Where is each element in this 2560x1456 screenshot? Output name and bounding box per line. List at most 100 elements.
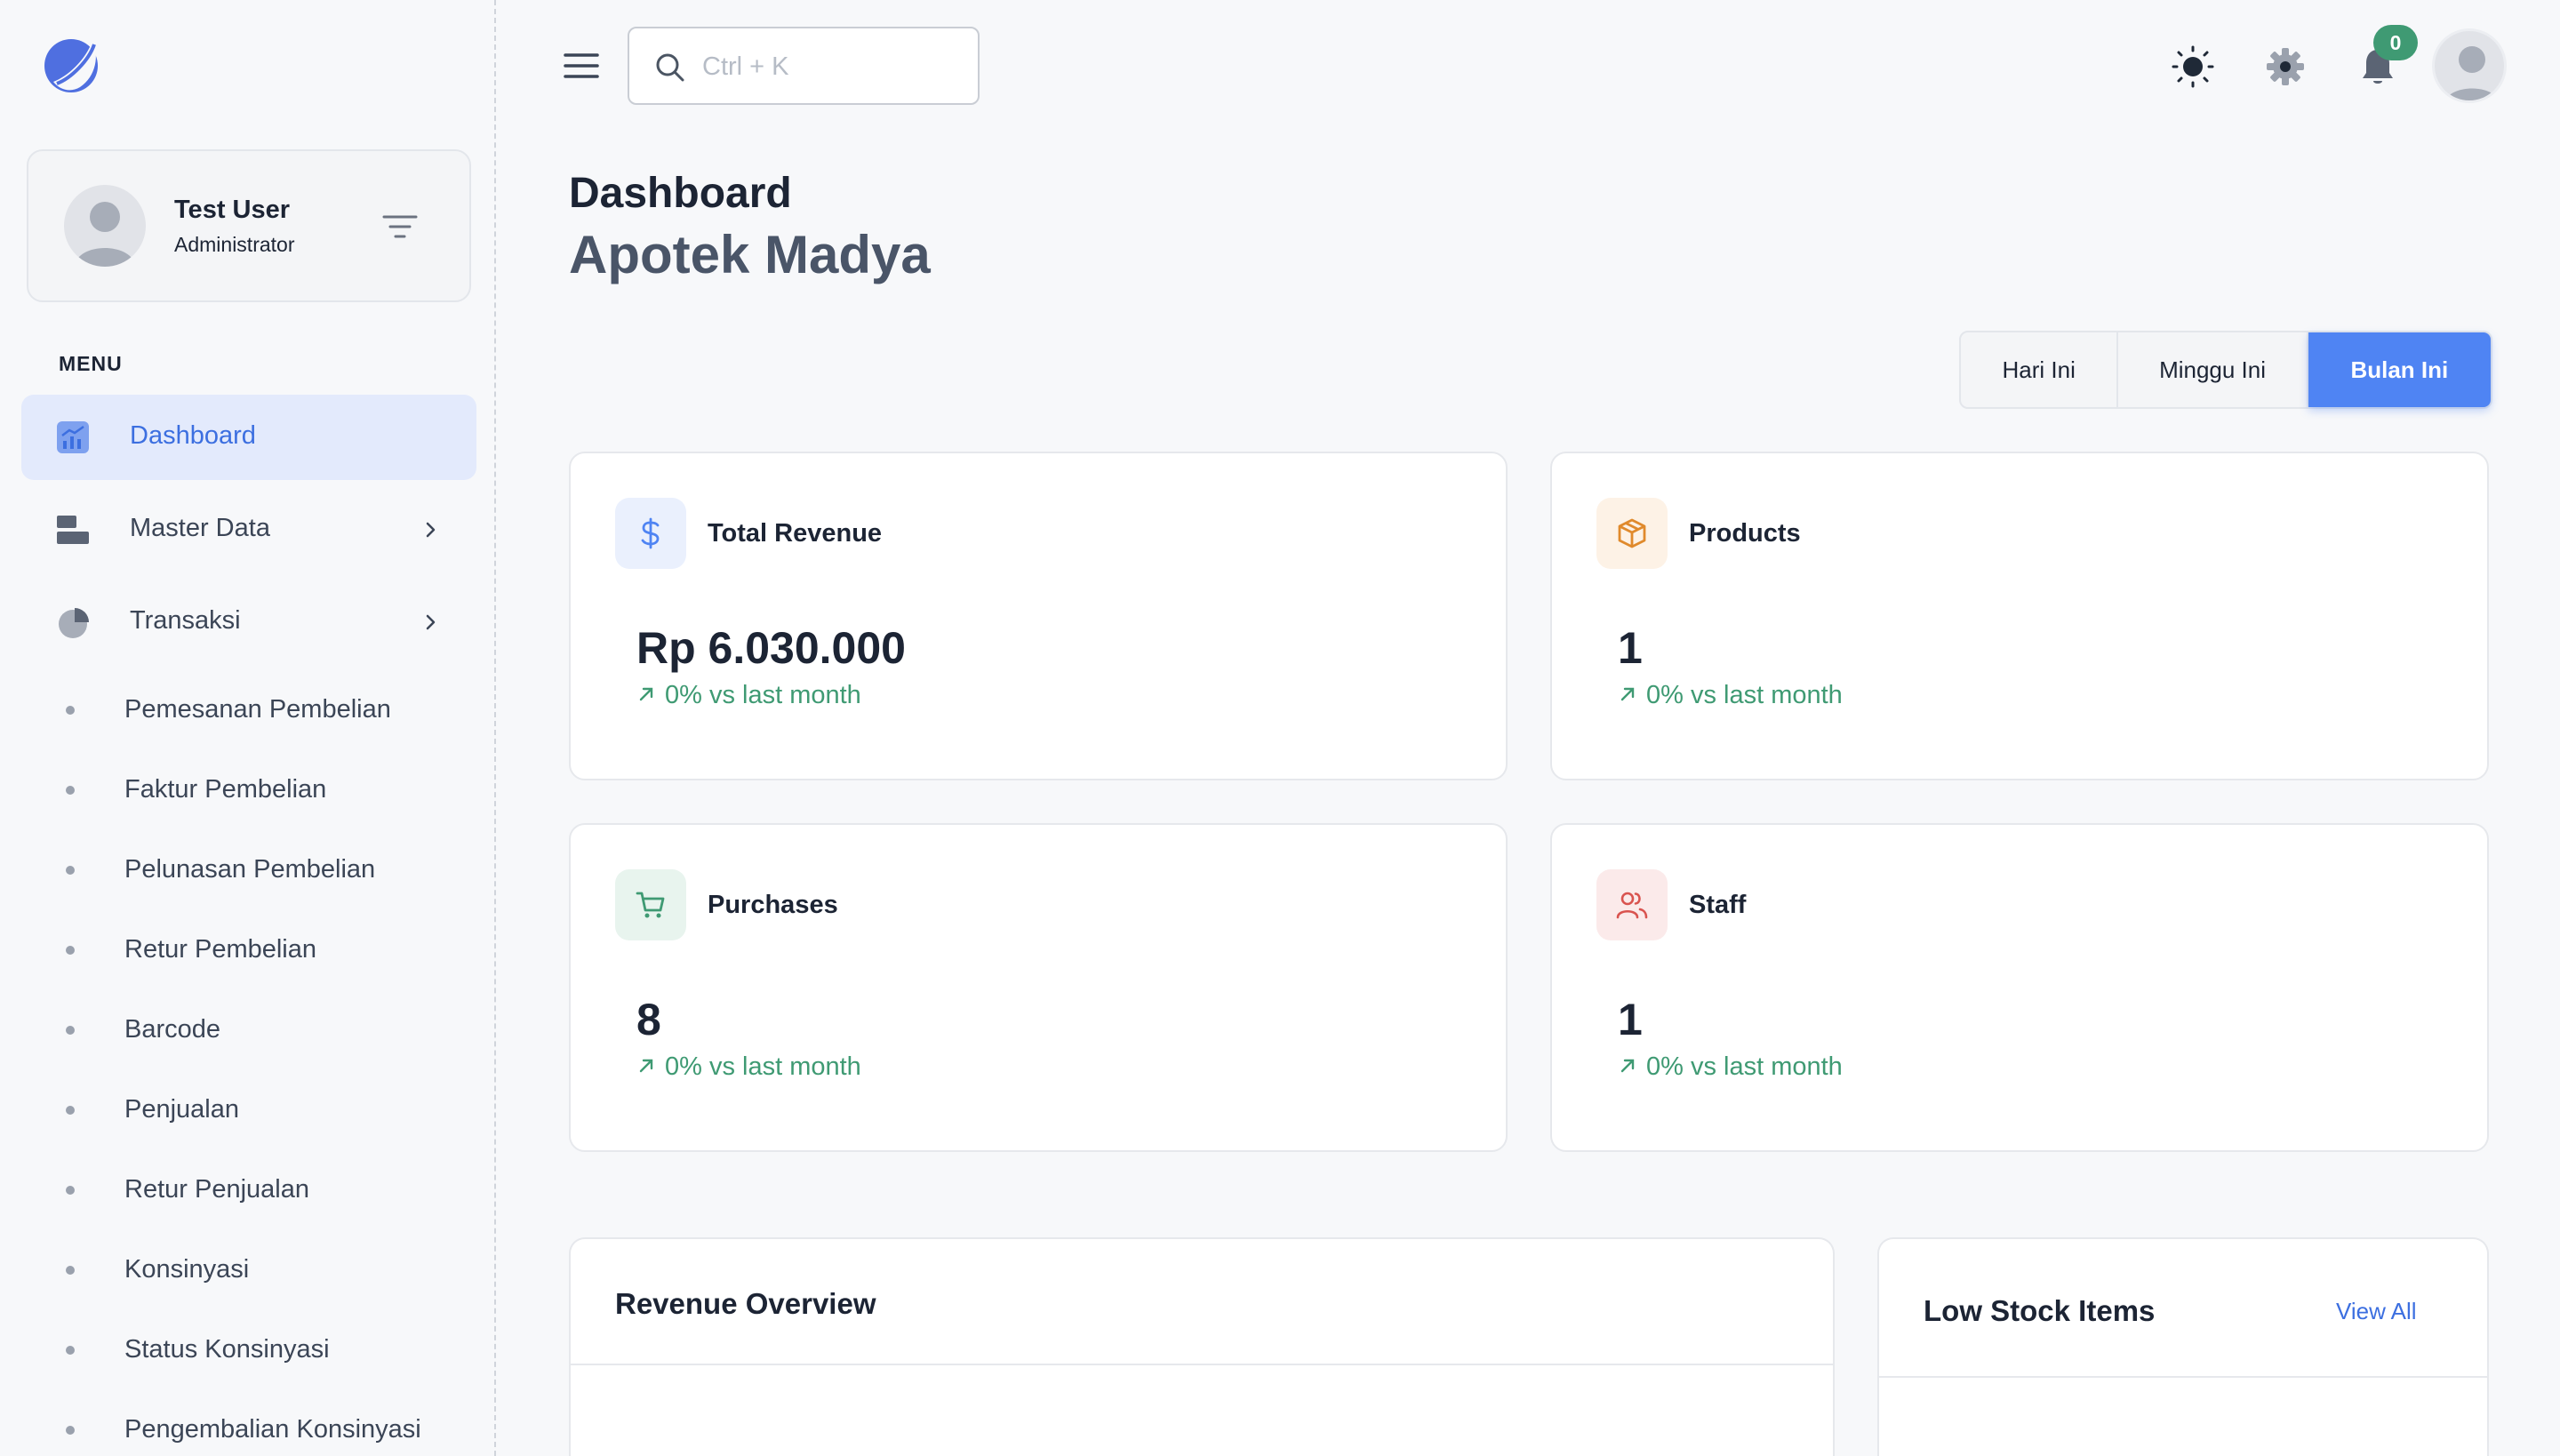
sidebar-subitem-barcode[interactable]: Barcode	[62, 1003, 471, 1056]
chevron-right-icon	[426, 614, 436, 630]
page-title: Dashboard	[569, 170, 792, 217]
stat-card-total-revenue: Total Revenue Rp 6.030.000 0% vs last mo…	[569, 452, 1508, 780]
bullet-dot	[66, 1026, 75, 1035]
theme-toggle-sun-icon[interactable]	[2171, 44, 2215, 89]
stat-title: Purchases	[708, 891, 838, 919]
menu-section-title: MENU	[59, 352, 123, 375]
cart-icon	[636, 892, 665, 918]
sidebar-item-label: Master Data	[130, 514, 270, 542]
user-role: Administrator	[174, 233, 295, 256]
bullet-dot	[66, 1426, 75, 1435]
stat-trend-text: 0% vs last month	[1646, 681, 1843, 709]
sidebar-subitem-faktur-pembelian[interactable]: Faktur Pembelian	[62, 763, 471, 816]
page-subtitle: Apotek Madya	[569, 225, 931, 284]
box-icon	[1618, 518, 1646, 548]
sidebar-subitem-label: Pemesanan Pembelian	[124, 695, 391, 724]
period-filter-group: Hari Ini Minggu Ini Bulan Ini	[1959, 331, 2492, 409]
sidebar-subitem-pengembalian-konsinyasi[interactable]: Pengembalian Konsinyasi	[62, 1403, 471, 1456]
panel-divider	[571, 1364, 1833, 1365]
sidebar-subitem-label: Barcode	[124, 1015, 221, 1044]
logo-icon[interactable]	[41, 34, 101, 96]
bullet-dot	[66, 866, 75, 875]
bullet-dot	[66, 946, 75, 955]
stat-value: 1	[1618, 623, 1643, 673]
stat-value: 1	[1618, 995, 1643, 1044]
sidebar-subitem-konsinyasi[interactable]: Konsinyasi	[62, 1243, 471, 1296]
sidebar-subitem-label: Pengembalian Konsinyasi	[124, 1415, 421, 1444]
sidebar-subitem-retur-pembelian[interactable]: Retur Pembelian	[62, 923, 471, 976]
pie-chart-icon	[59, 608, 89, 638]
chart-icon	[57, 421, 89, 453]
sidebar-item-dashboard[interactable]: Dashboard	[21, 395, 476, 480]
stat-trend-text: 0% vs last month	[665, 681, 861, 709]
sidebar-item-label: Dashboard	[130, 421, 256, 450]
sidebar-item-transaksi[interactable]: Transaksi	[21, 580, 476, 665]
filter-icon[interactable]	[380, 213, 420, 240]
dollar-icon	[641, 517, 660, 549]
sidebar-subitem-label: Retur Pembelian	[124, 935, 316, 964]
stat-title: Total Revenue	[708, 519, 883, 548]
sidebar-subitem-label: Status Konsinyasi	[124, 1335, 330, 1364]
arrow-up-right-icon	[639, 1059, 653, 1073]
arrow-up-right-icon	[1620, 687, 1635, 701]
revenue-overview-panel: Revenue Overview	[569, 1237, 1835, 1456]
stat-trend-text: 0% vs last month	[1646, 1052, 1843, 1081]
arrow-up-right-icon	[639, 687, 653, 701]
panel-title: Low Stock Items	[1924, 1294, 2156, 1327]
search-input[interactable]	[702, 46, 960, 87]
stat-value: Rp 6.030.000	[636, 623, 906, 673]
bullet-dot	[66, 1186, 75, 1195]
sidebar: Test User Administrator MENU Dashboard M…	[0, 0, 496, 1456]
sidebar-subitem-status-konsinyasi[interactable]: Status Konsinyasi	[62, 1323, 471, 1376]
stat-trend-text: 0% vs last month	[665, 1052, 861, 1081]
bullet-dot	[66, 706, 75, 715]
stat-value: 8	[636, 995, 661, 1044]
stat-trend: 0% vs last month	[636, 681, 861, 710]
view-all-link[interactable]: View All	[2336, 1298, 2417, 1325]
user-name: Test User	[174, 196, 291, 224]
sidebar-subitem-pelunasan-pembelian[interactable]: Pelunasan Pembelian	[62, 843, 471, 896]
stat-card-purchases: Purchases 8 0% vs last month	[569, 823, 1508, 1152]
users-icon	[1616, 892, 1648, 919]
sidebar-subitem-label: Pelunasan Pembelian	[124, 855, 376, 884]
sidebar-item-label: Transaksi	[130, 606, 241, 635]
panel-divider	[1879, 1376, 2487, 1378]
sidebar-subitem-label: Faktur Pembelian	[124, 775, 327, 804]
stat-title: Products	[1689, 519, 1801, 548]
stat-icon-box	[1596, 498, 1668, 569]
stat-icon-box	[1596, 869, 1668, 940]
period-tab-minggu-ini[interactable]: Minggu Ini	[2118, 332, 2308, 407]
bullet-dot	[66, 1346, 75, 1355]
notification-count-badge: 0	[2373, 25, 2418, 60]
search-box[interactable]	[628, 27, 980, 105]
panel-title: Revenue Overview	[615, 1287, 876, 1320]
settings-gear-icon[interactable]	[2263, 44, 2308, 89]
header-avatar[interactable]	[2432, 28, 2507, 103]
database-icon	[57, 516, 89, 544]
stat-title: Staff	[1689, 891, 1747, 919]
low-stock-panel: Low Stock Items View All	[1877, 1237, 2489, 1456]
stat-trend: 0% vs last month	[1618, 1052, 1843, 1082]
user-avatar-icon	[2444, 46, 2500, 100]
sidebar-subitem-penjualan[interactable]: Penjualan	[62, 1083, 471, 1136]
chevron-right-icon	[426, 522, 436, 538]
sidebar-item-master-data[interactable]: Master Data	[21, 487, 476, 572]
user-card[interactable]: Test User Administrator	[27, 149, 471, 302]
hamburger-menu-icon[interactable]	[564, 52, 599, 80]
bullet-dot	[66, 1106, 75, 1115]
avatar	[64, 185, 146, 267]
stat-card-products: Products 1 0% vs last month	[1550, 452, 2489, 780]
sidebar-subitem-label: Konsinyasi	[124, 1255, 250, 1284]
sidebar-subitem-pemesanan-pembelian[interactable]: Pemesanan Pembelian	[62, 683, 471, 736]
arrow-up-right-icon	[1620, 1059, 1635, 1073]
period-tab-hari-ini[interactable]: Hari Ini	[1961, 332, 2119, 407]
stat-trend: 0% vs last month	[1618, 681, 1843, 710]
search-icon	[656, 53, 684, 82]
sidebar-subitem-label: Penjualan	[124, 1095, 239, 1124]
bullet-dot	[66, 1266, 75, 1275]
sidebar-subitem-label: Retur Penjualan	[124, 1175, 309, 1204]
stat-trend: 0% vs last month	[636, 1052, 861, 1082]
sidebar-subitem-retur-penjualan[interactable]: Retur Penjualan	[62, 1163, 471, 1216]
period-tab-bulan-ini[interactable]: Bulan Ini	[2308, 332, 2491, 407]
stat-icon-box	[615, 869, 686, 940]
